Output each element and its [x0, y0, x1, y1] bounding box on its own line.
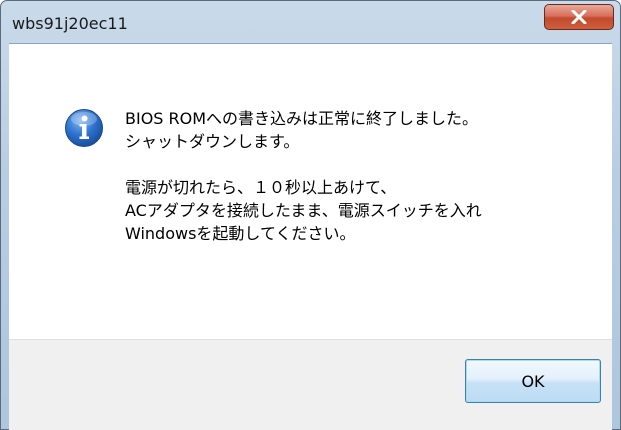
dialog-message: BIOS ROMへの書き込みは正常に終了しました。 シャットダウンします。 電源…: [125, 107, 595, 245]
message-line: BIOS ROMへの書き込みは正常に終了しました。: [125, 109, 479, 128]
dialog-content: BIOS ROMへの書き込みは正常に終了しました。 シャットダウンします。 電源…: [9, 43, 612, 430]
window-title: wbs91j20ec11: [12, 14, 128, 33]
close-button[interactable]: [544, 4, 614, 30]
message-line: ACアダプタを接続したまま、電源スイッチを入れ: [125, 201, 482, 220]
close-icon: [571, 10, 587, 24]
message-line: Windowsを起動してください。: [125, 224, 356, 243]
message-dialog-window: wbs91j20ec11 BIOS ROMへの書き込みは正常に終了しました。 シ…: [0, 0, 621, 430]
button-bar: OK: [9, 339, 612, 430]
message-line: シャットダウンします。: [125, 132, 300, 151]
message-spacer: [125, 153, 595, 176]
info-icon: [65, 109, 103, 147]
message-line: 電源が切れたら、１０秒以上あけて、: [125, 178, 397, 197]
title-bar[interactable]: wbs91j20ec11: [1, 1, 620, 43]
ok-button[interactable]: OK: [465, 359, 601, 403]
